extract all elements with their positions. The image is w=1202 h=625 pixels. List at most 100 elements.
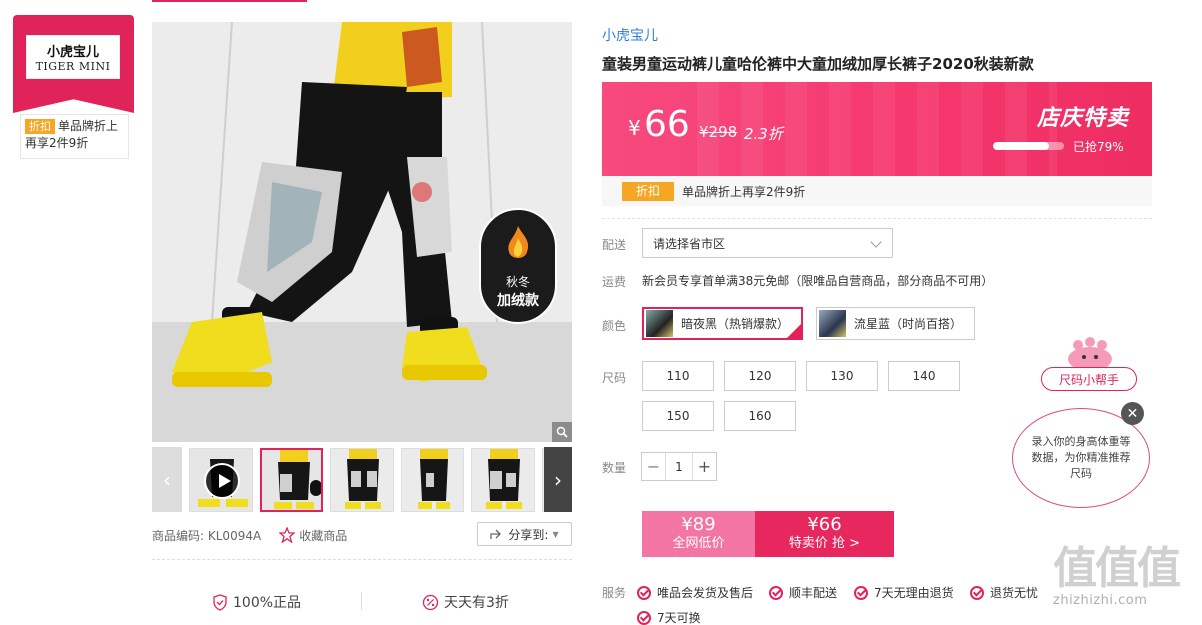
product-code-value: KL0094A <box>207 528 262 543</box>
brand-logo-text: 小虎宝儿 <box>46 45 99 60</box>
size-helper-text: 录入你的身高体重等数据，为你精准推荐尺码 <box>1031 435 1131 480</box>
product-meta-row: 商品编码: KL0094A 收藏商品 分享到: ▼ <box>152 522 572 548</box>
top-nav-indicator <box>152 0 307 2</box>
delivery-label: 配送 <box>602 238 627 252</box>
shield-icon <box>213 593 227 611</box>
service-item-label: 退货无忧 <box>990 586 1039 600</box>
service-label: 服务 <box>602 586 627 600</box>
event-title: 店庆特卖 <box>1037 106 1130 131</box>
share-label: 分享到: <box>508 527 549 542</box>
color-swatch <box>646 310 673 337</box>
color-option-blue[interactable]: 流星蓝（时尚百搭） <box>816 307 976 340</box>
size-option-140[interactable]: 140 <box>888 361 960 391</box>
watermark-url: zhizhizhi.com <box>1053 593 1148 608</box>
buy-now-button[interactable]: ¥66 特卖价 抢 > <box>755 511 894 557</box>
badge-fleece-text: 加绒款 <box>497 293 539 309</box>
product-title: 童装男童运动裤儿童哈伦裤中大童加绒加厚长裤子2020秋装新款 <box>602 55 1034 73</box>
service-item: 7天无理由退货 <box>854 584 954 601</box>
quantity-increase-button[interactable]: + <box>692 453 716 480</box>
size-helper-button[interactable]: 尺码小帮手 <box>1041 367 1137 391</box>
badge-season-text: 秋冬 <box>505 275 530 289</box>
service-item: 退货无忧 <box>970 584 1038 601</box>
check-circle-icon <box>637 610 651 625</box>
shipping-text: 新会员专享首单满38元免邮（限唯品自营商品，部分商品不可用） <box>642 274 994 288</box>
size-option-110[interactable]: 110 <box>642 361 714 391</box>
minus-icon: − <box>646 457 661 476</box>
thumbnail[interactable] <box>330 447 394 512</box>
size-option-160[interactable]: 160 <box>724 401 796 431</box>
sold-progress-bar <box>993 142 1064 150</box>
chevron-left-icon: ‹ <box>162 467 171 492</box>
sale-price: ¥66 <box>807 514 842 535</box>
sold-progress-fill <box>993 142 1050 150</box>
size-label: 尺码 <box>602 371 627 385</box>
promo-strip: 折扣 单品牌折上再享2件9折 <box>602 176 1152 206</box>
color-option-black[interactable]: 暗夜黑（热销爆款） <box>642 307 804 340</box>
flame-icon <box>508 226 529 258</box>
brand-promo-box: 折扣 单品牌折上再享2件9折 <box>20 114 129 159</box>
size-option-130[interactable]: 130 <box>806 361 878 391</box>
close-icon[interactable]: ✕ <box>1121 402 1144 425</box>
price-banner: ¥ 66 ¥298 2.3折 店庆特卖 已抢79% <box>602 82 1152 176</box>
percent-icon <box>422 594 439 610</box>
service-item-label: 7天可换 <box>657 611 701 625</box>
check-circle-icon <box>854 585 868 600</box>
watermark-logo: 值值值 <box>1053 543 1181 594</box>
color-label: 颜色 <box>602 319 627 333</box>
play-icon <box>203 462 240 499</box>
brand-logo-subtext: TIGER MINI <box>35 60 111 73</box>
caret-down-icon: ▼ <box>552 529 559 539</box>
brand-logo[interactable]: 小虎宝儿 TIGER MINI <box>26 35 120 79</box>
guarantee-authentic: 100%正品 <box>212 592 301 612</box>
fleece-badge: 秋冬 加绒款 <box>479 208 557 324</box>
chevron-right-icon: › <box>554 467 562 492</box>
thumbnail[interactable] <box>400 447 465 512</box>
guarantee-authentic-label: 100%正品 <box>233 595 302 611</box>
product-code: 商品编码: KL0094A <box>152 527 261 544</box>
price-currency: ¥ <box>628 116 641 140</box>
shipping-label: 运费 <box>602 275 627 289</box>
thumb-prev-button[interactable]: ‹ <box>152 447 182 512</box>
guarantee-daily-label: 天天有3折 <box>444 595 509 611</box>
service-item-label: 顺丰配送 <box>789 586 838 600</box>
quantity-decrease-button[interactable]: − <box>642 453 666 480</box>
color-swatch <box>819 310 846 337</box>
thumbnail-video[interactable] <box>188 447 253 512</box>
guarantee-daily: 天天有3折 <box>422 592 509 612</box>
product-code-label: 商品编码: <box>152 528 205 543</box>
info-divider <box>602 218 1152 219</box>
thumbnail-active[interactable] <box>259 447 324 512</box>
watermark: 值值值 zhizhizhi.com <box>1053 545 1198 617</box>
check-circle-icon <box>769 585 783 600</box>
service-item: 唯品会发货及售后 <box>637 584 753 601</box>
brand-name-link[interactable]: 小虎宝儿 <box>602 25 658 45</box>
thumb-next-button[interactable]: › <box>544 447 572 512</box>
price-current: 66 <box>644 104 690 145</box>
chevron-down-icon <box>870 236 882 248</box>
zoom-icon[interactable] <box>552 422 572 442</box>
quantity-stepper: − 1 + <box>641 452 717 481</box>
service-item: 7天可换 <box>637 609 701 625</box>
quantity-label: 数量 <box>602 461 627 475</box>
favorite-label: 收藏商品 <box>299 528 348 543</box>
size-option-150[interactable]: 150 <box>642 401 714 431</box>
main-product-image[interactable]: 秋冬 加绒款 <box>152 22 572 442</box>
region-select[interactable]: 请选择省市区 <box>642 228 893 258</box>
service-item: 顺丰配送 <box>769 584 837 601</box>
brand-card[interactable]: 小虎宝儿 TIGER MINI 折扣 单品牌折上再享2件9折 <box>13 15 134 159</box>
market-price: ¥89 <box>681 514 716 535</box>
favorite-button[interactable]: 收藏商品 <box>279 527 347 544</box>
service-item-label: 7天无理由退货 <box>874 586 954 600</box>
buy-now-label: 特卖价 抢 > <box>788 536 861 551</box>
quantity-value[interactable]: 1 <box>666 460 692 474</box>
guarantee-separator <box>361 592 362 610</box>
region-select-value: 请选择省市区 <box>653 236 726 251</box>
market-price-label: 全网低价 <box>672 536 725 551</box>
size-option-120[interactable]: 120 <box>724 361 796 391</box>
promo-tag: 折扣 <box>622 181 675 201</box>
share-button[interactable]: 分享到: ▼ <box>477 522 572 546</box>
market-price-box: ¥89 全网低价 <box>642 511 755 557</box>
service-item-label: 唯品会发货及售后 <box>657 586 754 600</box>
thumbnail-strip: ‹ › <box>152 447 572 512</box>
thumbnail[interactable] <box>471 447 536 512</box>
